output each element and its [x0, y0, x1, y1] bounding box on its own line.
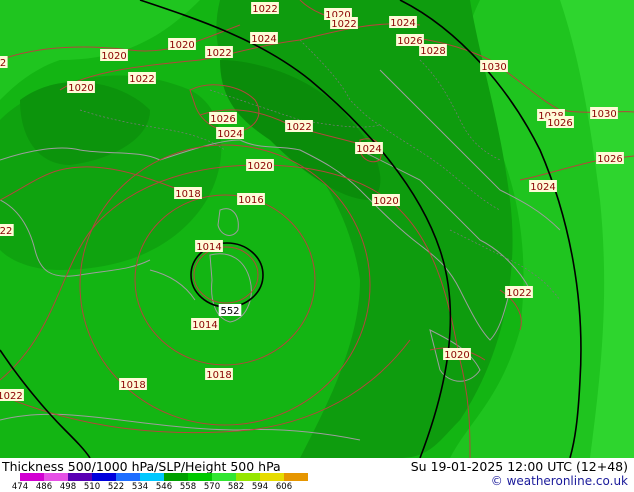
svg-text:1026: 1026 — [547, 118, 572, 129]
legend-color-swatch — [212, 473, 236, 481]
svg-text:1030: 1030 — [591, 109, 616, 120]
legend-color-swatch — [260, 473, 284, 481]
isobar-label: 1024 — [355, 142, 383, 155]
height-labels: 552 — [218, 304, 242, 317]
legend-tick-label: 510 — [83, 482, 101, 492]
legend-color-swatch — [20, 473, 44, 481]
legend-color-swatch — [116, 473, 140, 481]
svg-text:1022: 1022 — [331, 19, 356, 30]
svg-text:1024: 1024 — [217, 129, 242, 140]
svg-text:1018: 1018 — [175, 189, 200, 200]
svg-text:1024: 1024 — [530, 182, 555, 193]
legend-color-swatch — [140, 473, 164, 481]
svg-text:1028: 1028 — [420, 46, 445, 57]
isobar-label: 1022 — [128, 72, 156, 85]
svg-text:1018: 1018 — [206, 370, 231, 381]
legend-color-swatch — [164, 473, 188, 481]
isobar-label: 1018 — [205, 368, 233, 381]
legend-tick-label: 486 — [35, 482, 53, 492]
svg-text:1018: 1018 — [120, 380, 145, 391]
legend-color-swatch — [236, 473, 260, 481]
map-canvas: 102210201022 1024102410201022102610281020… — [0, 0, 634, 458]
isobar-label: 1026 — [546, 116, 574, 129]
svg-text:1020: 1020 — [101, 51, 126, 62]
svg-text:1024: 1024 — [356, 144, 381, 155]
isobar-label: 1024 — [529, 180, 557, 193]
isobar-label: 1030 — [590, 107, 618, 120]
svg-text:22: 22 — [0, 226, 12, 237]
credit-link[interactable]: © weatheronline.co.uk — [491, 474, 628, 488]
legend-color-swatch — [188, 473, 212, 481]
legend-tick-label: 570 — [203, 482, 221, 492]
svg-text:1014: 1014 — [196, 242, 221, 253]
svg-text:1026: 1026 — [397, 36, 422, 47]
isobar-label: 1026 — [596, 152, 624, 165]
svg-text:1020: 1020 — [444, 350, 469, 361]
isobar-label: 1024 — [216, 127, 244, 140]
svg-text:1020: 1020 — [373, 196, 398, 207]
svg-text:1022: 1022 — [129, 74, 154, 85]
isobar-label: 1022 — [330, 17, 358, 30]
svg-text:1026: 1026 — [597, 154, 622, 165]
legend-tick-label: 534 — [131, 482, 149, 492]
svg-text:1020: 1020 — [169, 40, 194, 51]
isobar-label: 1014 — [195, 240, 223, 253]
valid-time: Su 19-01-2025 12:00 UTC (12+48) — [410, 459, 628, 474]
legend-tick-label: 582 — [227, 482, 245, 492]
svg-text:1024: 1024 — [390, 18, 415, 29]
svg-text:1022: 1022 — [506, 288, 531, 299]
legend-tick-label: 558 — [179, 482, 197, 492]
height-label: 552 — [218, 304, 242, 317]
svg-text:1030: 1030 — [481, 62, 506, 73]
legend-tick-label: 594 — [251, 482, 269, 492]
isobar-label: 1020 — [67, 81, 95, 94]
svg-text:1014: 1014 — [192, 320, 217, 331]
legend-tick-label: 498 — [59, 482, 77, 492]
svg-text:1022: 1022 — [286, 122, 311, 133]
isobar-label: 1020 — [168, 38, 196, 51]
svg-text:1016: 1016 — [238, 195, 263, 206]
isobar-label: 1020 — [100, 49, 128, 62]
weather-map: 1022 1020 1022 1024 1024 1020 1022 1026 1028 1020… — [0, 0, 634, 458]
isobar-label: 1024 — [389, 16, 417, 29]
isobar-label: 1022 — [205, 46, 233, 59]
legend-color-swatch — [44, 473, 68, 481]
svg-text:1024: 1024 — [251, 34, 276, 45]
isobar-label: 1022 — [0, 389, 24, 402]
isobar-label: 1022 — [505, 286, 533, 299]
map-footer: Thickness 500/1000 hPa/SLP/Height 500 hP… — [0, 458, 634, 492]
isobar-label: 1030 — [480, 60, 508, 73]
isobar-label: 1018 — [119, 378, 147, 391]
svg-text:1026: 1026 — [210, 114, 235, 125]
legend-color-swatch — [68, 473, 92, 481]
isobar-label: 1022 — [285, 120, 313, 133]
isobar-label: 1016 — [237, 193, 265, 206]
svg-text:2: 2 — [0, 58, 6, 69]
svg-text:1022: 1022 — [252, 4, 277, 15]
legend-tick-label: 474 — [11, 482, 29, 492]
svg-text:552: 552 — [220, 306, 239, 317]
isobar-label: 1020 — [443, 348, 471, 361]
thickness-color-legend: 474 486 498 510 522 534 546 558 570 582 594 606 — [4, 472, 308, 492]
isobar-label: 1014 — [191, 318, 219, 331]
isobar-label: 1020 — [246, 159, 274, 172]
svg-text:1022: 1022 — [0, 391, 23, 402]
isobar-label: 1018 — [174, 187, 202, 200]
legend-color-swatch — [92, 473, 116, 481]
isobar-label: 2 — [0, 56, 8, 69]
legend-tick-label: 522 — [107, 482, 125, 492]
legend-color-swatch — [284, 473, 308, 481]
isobar-label: 1022 — [251, 2, 279, 15]
legend-tick-label: 546 — [155, 482, 173, 492]
svg-text:1020: 1020 — [247, 161, 272, 172]
svg-text:1022: 1022 — [206, 48, 231, 59]
isobar-label: 22 — [0, 224, 14, 237]
isobar-label: 1026 — [209, 112, 237, 125]
legend-tick-label: 606 — [275, 482, 293, 492]
isobar-label: 1028 — [419, 44, 447, 57]
svg-text:1020: 1020 — [68, 83, 93, 94]
isobar-label: 1024 — [250, 32, 278, 45]
isobar-label: 1020 — [372, 194, 400, 207]
